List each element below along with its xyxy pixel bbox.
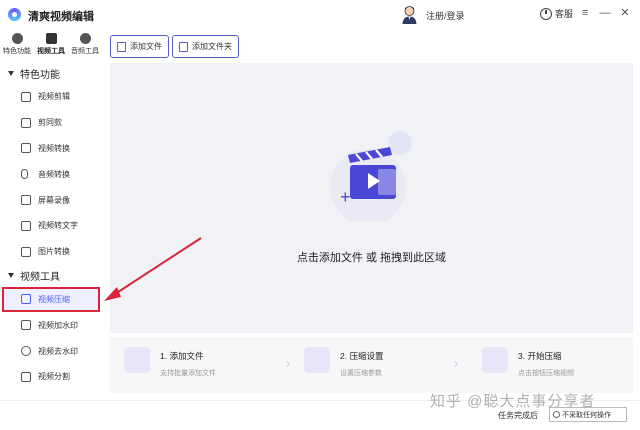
sidebar-item-video-compress[interactable]: 视频压缩 bbox=[2, 286, 100, 313]
section-label: 特色功能 bbox=[20, 69, 60, 81]
sidebar-item-video-convert[interactable]: 视频转换 bbox=[0, 136, 103, 162]
step-add-file-icon bbox=[124, 347, 150, 373]
microphone-icon bbox=[21, 169, 28, 180]
step-add-file: 1. 添加文件 支持批量添加文件 bbox=[124, 347, 216, 378]
template-icon bbox=[21, 117, 31, 128]
step-title: 2. 压缩设置 bbox=[340, 351, 384, 361]
sidebar-item-label: 视频去水印 bbox=[38, 346, 78, 356]
sidebar-item-label: 剪同款 bbox=[38, 118, 62, 128]
sidebar-item-video-edit[interactable]: 视频剪辑 bbox=[0, 84, 103, 110]
step-play-icon bbox=[482, 347, 508, 373]
sidebar-item-label: 图片转换 bbox=[38, 247, 70, 257]
sidebar-item-label: 视频分割 bbox=[38, 372, 70, 382]
section-video-tools[interactable]: 视频工具 bbox=[0, 265, 103, 287]
sidebar-item-label: 视频压缩 bbox=[38, 294, 70, 304]
sidebar-item-video-split[interactable]: 视频分割 bbox=[0, 364, 103, 390]
topnav-video-tools[interactable]: 视频工具 bbox=[34, 30, 68, 62]
clapperboard-add-icon: + bbox=[330, 131, 412, 221]
task-done-label: 任务完成后 bbox=[498, 411, 538, 420]
folder-plus-icon bbox=[179, 41, 188, 52]
app-title: 清爽视频编辑 bbox=[28, 11, 94, 23]
star-icon bbox=[11, 33, 23, 44]
support-button[interactable]: 客服 bbox=[540, 7, 573, 20]
music-icon bbox=[79, 33, 91, 44]
sidebar-item-label: 视频转换 bbox=[38, 143, 70, 153]
close-button[interactable]: ✕ bbox=[618, 6, 632, 20]
title-bar: 清爽视频编辑 注册/登录 客服 ≡ — ✕ bbox=[0, 0, 640, 30]
sidebar-item-label: 音频转换 bbox=[38, 169, 70, 179]
sidebar-topnav: 特色功能 视频工具 音频工具 bbox=[0, 30, 103, 62]
step-title: 3. 开始压缩 bbox=[518, 351, 562, 361]
chevron-right-icon: › bbox=[454, 356, 458, 370]
topnav-featured[interactable]: 特色功能 bbox=[0, 30, 34, 62]
topnav-audio-tools[interactable]: 音频工具 bbox=[68, 30, 102, 62]
steps-panel: 1. 添加文件 支持批量添加文件 › 2. 压缩设置 设置压缩参数 › 3. 开… bbox=[110, 337, 633, 393]
sidebar-item-label: 屏幕录像 bbox=[38, 195, 70, 205]
watermark-add-icon bbox=[21, 320, 31, 331]
video-text-icon bbox=[21, 220, 31, 231]
topnav-label: 视频工具 bbox=[37, 48, 65, 55]
step-subtitle: 点击按钮压缩视频 bbox=[518, 370, 574, 377]
film-icon bbox=[45, 33, 57, 44]
sidebar-item-template[interactable]: 剪同款 bbox=[0, 110, 103, 136]
step-subtitle: 支持批量添加文件 bbox=[160, 370, 216, 377]
image-icon bbox=[21, 246, 31, 257]
scissors-icon bbox=[21, 91, 31, 102]
sidebar-item-video-to-text[interactable]: 视频转文字 bbox=[0, 213, 103, 239]
sidebar-item-add-watermark[interactable]: 视频加水印 bbox=[0, 312, 103, 338]
file-plus-icon bbox=[117, 41, 126, 52]
add-folder-button[interactable]: 添加文件夹 bbox=[172, 35, 239, 58]
file-drop-area[interactable]: + 点击添加文件 或 拖拽到此区域 bbox=[110, 63, 633, 333]
step-compress-settings: 2. 压缩设置 设置压缩参数 bbox=[304, 347, 383, 378]
section-label: 视频工具 bbox=[20, 272, 60, 284]
sidebar-item-screen-record[interactable]: 屏幕录像 bbox=[0, 187, 103, 213]
after-task-select[interactable]: 不采取任何操作 bbox=[549, 407, 627, 422]
convert-icon bbox=[21, 143, 31, 154]
after-task-option: 不采取任何操作 bbox=[562, 411, 611, 419]
user-avatar-icon[interactable] bbox=[401, 5, 418, 24]
split-icon bbox=[21, 371, 31, 382]
sidebar: 特色功能 视频工具 音频工具 特色功能 视频剪辑 剪同款 视频转换 音频转换 屏… bbox=[0, 30, 103, 400]
clock-icon bbox=[540, 7, 552, 20]
step-title: 1. 添加文件 bbox=[160, 351, 204, 361]
support-label: 客服 bbox=[555, 9, 574, 19]
collapse-triangle-icon bbox=[8, 70, 14, 76]
drop-hint-text: 点击添加文件 或 拖拽到此区域 bbox=[296, 252, 447, 264]
step-start-compress: 3. 开始压缩 点击按钮压缩视频 bbox=[482, 347, 574, 378]
sidebar-item-label: 视频剪辑 bbox=[38, 92, 70, 102]
topnav-label: 特色功能 bbox=[3, 48, 31, 55]
step-subtitle: 设置压缩参数 bbox=[340, 370, 382, 377]
section-featured[interactable]: 特色功能 bbox=[0, 62, 103, 84]
chevron-right-icon: › bbox=[286, 356, 290, 370]
add-file-label: 添加文件 bbox=[130, 42, 162, 51]
svg-text:+: + bbox=[340, 187, 351, 207]
sidebar-item-label: 视频转文字 bbox=[38, 221, 78, 231]
minimize-button[interactable]: — bbox=[598, 6, 612, 20]
screen-record-icon bbox=[21, 195, 31, 206]
login-link[interactable]: 注册/登录 bbox=[426, 9, 465, 22]
collapse-triangle-icon bbox=[8, 273, 14, 279]
sidebar-item-remove-watermark[interactable]: 视频去水印 bbox=[0, 338, 103, 364]
sidebar-item-audio-convert[interactable]: 音频转换 bbox=[0, 161, 103, 187]
add-folder-label: 添加文件夹 bbox=[192, 42, 232, 51]
clock-small-icon bbox=[553, 411, 560, 418]
sidebar-item-label: 视频加水印 bbox=[38, 320, 78, 330]
watermark-remove-icon bbox=[21, 346, 31, 357]
topnav-label: 音频工具 bbox=[71, 48, 99, 55]
sidebar-item-image-convert[interactable]: 图片转换 bbox=[0, 239, 103, 265]
menu-button[interactable]: ≡ bbox=[578, 6, 592, 20]
add-file-button[interactable]: 添加文件 bbox=[110, 35, 169, 58]
step-settings-icon bbox=[304, 347, 330, 373]
compress-icon bbox=[21, 294, 31, 305]
app-logo-icon bbox=[8, 8, 21, 21]
